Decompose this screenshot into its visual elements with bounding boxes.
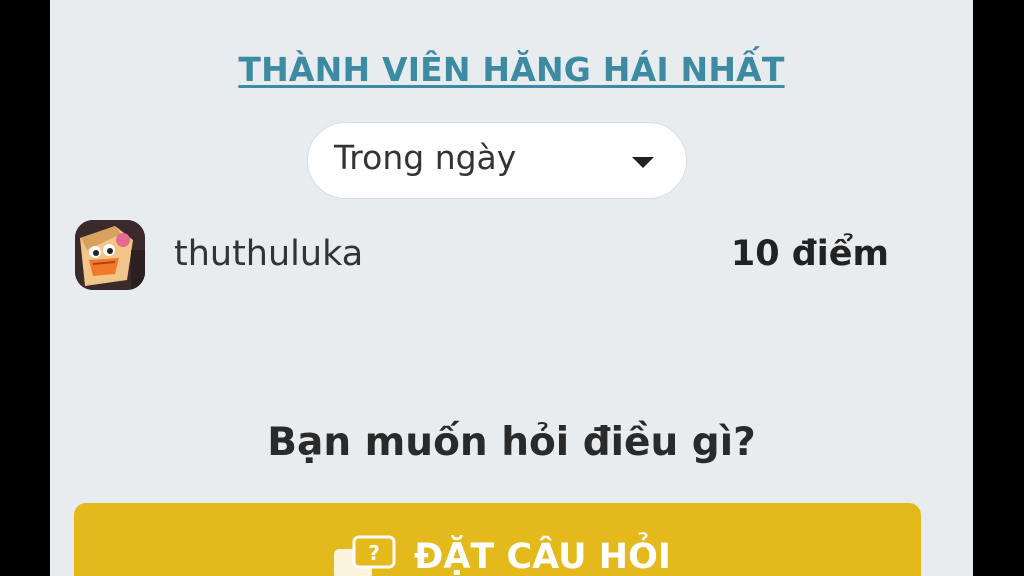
- member-username[interactable]: thuthuluka: [174, 234, 363, 274]
- question-chat-icon: ?: [330, 533, 400, 576]
- svg-text:?: ?: [368, 541, 380, 565]
- avatar[interactable]: [75, 220, 145, 290]
- leaderboard-row[interactable]: thuthuluka 10 điểm: [50, 218, 973, 294]
- ask-question-button[interactable]: ? ĐẶT CÂU HỎI: [74, 503, 921, 576]
- leaderboard-title[interactable]: THÀNH VIÊN HĂNG HÁI NHẤT: [50, 50, 973, 89]
- ask-heading: Bạn muốn hỏi điều gì?: [267, 420, 756, 465]
- sidebar-panel: THÀNH VIÊN HĂNG HÁI NHẤT Trong ngày thut…: [50, 0, 973, 576]
- period-dropdown-value: Trong ngày: [334, 138, 517, 177]
- member-points: 10 điểm: [730, 234, 889, 274]
- chevron-down-icon: [632, 157, 654, 168]
- avatar-image: [75, 220, 145, 290]
- period-dropdown[interactable]: Trong ngày: [307, 122, 687, 199]
- ask-question-label: ĐẶT CÂU HỎI: [414, 537, 671, 576]
